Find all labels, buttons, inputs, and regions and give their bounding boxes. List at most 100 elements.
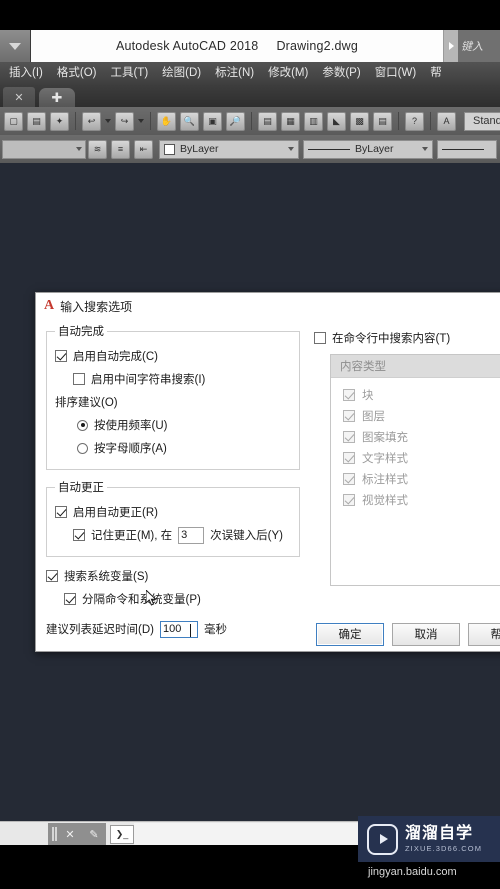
- menu-item-format[interactable]: 格式(O): [50, 62, 104, 85]
- remember-corrections-label-after: 次误键入后(Y): [210, 530, 283, 542]
- lineweight-combo[interactable]: [437, 139, 497, 159]
- content-type-label: 块: [362, 389, 374, 402]
- command-bar-grip[interactable]: [48, 823, 58, 845]
- sort-alphabetical-radio[interactable]: [77, 442, 88, 454]
- tool-palettes-icon[interactable]: ▥: [304, 111, 323, 131]
- remember-corrections-checkbox[interactable]: [73, 529, 85, 541]
- enable-autocorrect-checkbox[interactable]: [55, 506, 67, 518]
- content-type-checkbox[interactable]: [343, 409, 355, 422]
- remember-corrections-row[interactable]: 记住更正(M), 在 3 次误键入后(Y): [55, 525, 291, 545]
- standard-toolbar: ▢ ▤ ✦ ↩ ↪ ✋ 🔍 ▣ 🔎 ▤ ▦ ▥ ◣ ▩ ▤ ? A Standa…: [0, 107, 500, 135]
- enable-autocorrect-row[interactable]: 启用自动更正(R): [55, 502, 291, 522]
- search-content-checkbox[interactable]: [314, 332, 326, 344]
- content-type-item-dim-style[interactable]: 标注样式: [343, 468, 500, 489]
- search-content-label: 在命令行中搜索内容(T): [332, 333, 451, 345]
- zoom-icon[interactable]: 🔍: [180, 111, 199, 131]
- menu-item-help[interactable]: 帮: [423, 62, 449, 85]
- sort-by-frequency-radio[interactable]: [77, 419, 88, 431]
- menu-item-parametric[interactable]: 参数(P): [315, 62, 367, 85]
- search-system-variables-checkbox[interactable]: [46, 570, 58, 582]
- enable-autocomplete-checkbox[interactable]: [55, 350, 67, 362]
- search-content-row[interactable]: 在命令行中搜索内容(T): [314, 328, 500, 348]
- chevron-down-icon: [76, 147, 82, 151]
- properties-icon[interactable]: ▤: [258, 111, 277, 131]
- content-type-checkbox[interactable]: [343, 472, 355, 485]
- content-type-item-visual-style[interactable]: 视觉样式: [343, 489, 500, 510]
- document-title: Drawing2.dwg: [276, 39, 359, 53]
- properties-toolbar: ≋ ≡ ⇤ ByLayer ByLayer: [0, 135, 500, 163]
- help-icon[interactable]: ?: [405, 111, 424, 131]
- layer-tools-icon[interactable]: ◣: [327, 111, 346, 131]
- content-type-checkbox[interactable]: [343, 493, 355, 506]
- separate-commands-checkbox[interactable]: [64, 593, 76, 605]
- expand-caret-button[interactable]: [444, 30, 458, 62]
- menu-item-modify[interactable]: 修改(M): [261, 62, 315, 85]
- zoom-previous-icon[interactable]: 🔎: [226, 111, 245, 131]
- midstring-search-checkbox[interactable]: [73, 373, 85, 385]
- cancel-button[interactable]: 取消: [392, 622, 460, 646]
- color-combo[interactable]: ByLayer: [159, 139, 299, 159]
- text-style-icon[interactable]: A: [437, 111, 456, 131]
- lineweight-preview-icon: [442, 148, 484, 150]
- search-system-variables-row[interactable]: 搜索系统变量(S): [46, 566, 300, 586]
- content-type-checkbox[interactable]: [343, 388, 355, 401]
- sort-alphabetical-label: 按字母顺序(A): [94, 443, 167, 455]
- customize-command-button[interactable]: ✎: [82, 823, 106, 845]
- content-type-item-text-style[interactable]: 文字样式: [343, 447, 500, 468]
- window-title: Autodesk AutoCAD 2018 Drawing2.dwg: [31, 30, 443, 62]
- sort-by-frequency-row[interactable]: 按使用频率(U): [55, 415, 291, 435]
- plot-icon[interactable]: ✦: [50, 111, 69, 131]
- redo-dropdown-icon[interactable]: [138, 119, 144, 123]
- content-type-list: 内容类型 块 图层 图案填充 文字样式 标注样式 视觉样式: [330, 354, 500, 586]
- autocorrect-group: 自动更正 启用自动更正(R) 记住更正(M), 在 3 次误键入后(Y): [46, 479, 300, 557]
- color-value: ByLayer: [180, 143, 219, 155]
- save-icon[interactable]: ▤: [27, 111, 46, 131]
- undo-dropdown-icon[interactable]: [105, 119, 111, 123]
- calculator-icon[interactable]: ▤: [373, 111, 392, 131]
- layer-previous-icon[interactable]: ⇤: [134, 139, 153, 159]
- letterbox-top: [0, 0, 500, 30]
- enable-autocomplete-row[interactable]: 启用自动完成(C): [55, 346, 291, 366]
- pan-icon[interactable]: ✋: [157, 111, 176, 131]
- layer-combo[interactable]: [2, 139, 86, 159]
- mistypes-count-input[interactable]: 3: [178, 526, 205, 544]
- search-input[interactable]: 键入: [458, 30, 500, 62]
- content-type-checkbox[interactable]: [343, 451, 355, 464]
- design-center-icon[interactable]: ▦: [281, 111, 300, 131]
- text-style-combo[interactable]: Standard: [464, 111, 500, 131]
- redo-icon[interactable]: ↪: [115, 111, 134, 131]
- close-command-button[interactable]: ✕: [58, 823, 82, 845]
- menu-item-dimension[interactable]: 标注(N): [208, 62, 261, 85]
- autocorrect-legend: 自动更正: [58, 482, 104, 494]
- new-tab-button[interactable]: ✚: [39, 88, 75, 107]
- content-type-checkbox[interactable]: [343, 430, 355, 443]
- layer-properties-icon[interactable]: ≋: [88, 139, 107, 159]
- watermark-brand-en: ZIXUE.3D66.COM: [405, 843, 483, 853]
- zoom-window-icon[interactable]: ▣: [203, 111, 222, 131]
- menu-item-draw[interactable]: 绘图(D): [155, 62, 208, 85]
- chevron-down-icon: [422, 147, 428, 151]
- ok-button[interactable]: 确定: [316, 622, 384, 646]
- close-tab-button[interactable]: ✕: [3, 87, 35, 107]
- help-button[interactable]: 帮助: [468, 622, 500, 646]
- sheet-set-icon[interactable]: ▩: [350, 111, 369, 131]
- watermark-badge: 溜溜自学 ZIXUE.3D66.COM: [358, 816, 500, 862]
- dialog-footer: 确定 取消 帮助: [36, 617, 500, 651]
- content-type-item-hatch[interactable]: 图案填充: [343, 426, 500, 447]
- separate-commands-row[interactable]: 分隔命令和系统变量(P): [46, 589, 300, 609]
- quick-access-toolbar-button[interactable]: [0, 30, 31, 62]
- linetype-combo[interactable]: ByLayer: [303, 139, 433, 159]
- undo-icon[interactable]: ↩: [82, 111, 101, 131]
- new-file-icon[interactable]: ▢: [4, 111, 23, 131]
- command-input[interactable]: ❯_: [110, 824, 134, 844]
- content-type-item-block[interactable]: 块: [343, 384, 500, 405]
- menu-item-tools[interactable]: 工具(T): [103, 62, 155, 85]
- menu-bar: 插入(I) 格式(O) 工具(T) 绘图(D) 标注(N) 修改(M) 参数(P…: [0, 62, 500, 85]
- sort-by-frequency-label: 按使用频率(U): [94, 420, 168, 432]
- layer-state-icon[interactable]: ≡: [111, 139, 130, 159]
- menu-item-insert[interactable]: 插入(I): [2, 62, 50, 85]
- midstring-search-row[interactable]: 启用中间字符串搜索(I): [55, 369, 291, 389]
- menu-item-window[interactable]: 窗口(W): [368, 62, 424, 85]
- content-type-item-layer[interactable]: 图层: [343, 405, 500, 426]
- sort-alphabetical-row[interactable]: 按字母顺序(A): [55, 438, 291, 458]
